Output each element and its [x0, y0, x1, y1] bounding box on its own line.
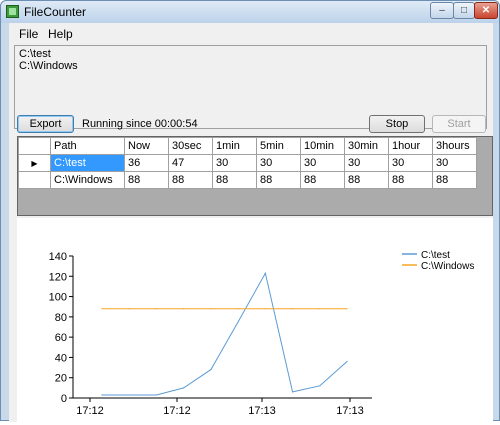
column-header[interactable]: 3hours	[432, 137, 477, 155]
path-line: C:\test	[19, 48, 51, 60]
window-title: FileCounter	[24, 5, 87, 19]
table-cell[interactable]: 88	[168, 171, 213, 189]
x-tick-label: 17:12	[163, 405, 191, 417]
data-point	[346, 308, 348, 310]
row-selector-header[interactable]	[18, 137, 51, 155]
maximize-button[interactable]: □	[453, 2, 475, 19]
data-point	[101, 308, 103, 310]
header-row: Path Now 30sec 1min 5min 10min 30min 1ho…	[18, 137, 477, 155]
data-point	[128, 394, 130, 396]
export-button[interactable]: Export	[17, 115, 74, 133]
column-header[interactable]: 1hour	[388, 137, 433, 155]
status-text: Running since 00:00:54	[82, 118, 198, 130]
column-header[interactable]: Now	[124, 137, 169, 155]
app-icon	[6, 5, 19, 18]
menu-bar: File Help	[9, 23, 493, 43]
x-tick-label: 17:12	[76, 405, 104, 417]
counts-table: Path Now 30sec 1min 5min 10min 30min 1ho…	[18, 137, 477, 189]
table-cell[interactable]: 30	[432, 154, 477, 172]
menu-help[interactable]: Help	[48, 27, 73, 41]
y-tick-label: 0	[61, 393, 67, 405]
data-point	[237, 308, 239, 310]
minimize-button[interactable]: ‒	[430, 2, 454, 19]
stop-button[interactable]: Stop	[369, 115, 425, 133]
legend-label: C:\test	[421, 250, 450, 261]
table-cell[interactable]: 88	[432, 171, 477, 189]
y-tick-label: 100	[49, 292, 67, 304]
data-point	[183, 387, 185, 389]
legend-label: C:\Windows	[421, 261, 474, 272]
column-header[interactable]: 1min	[212, 137, 257, 155]
start-button: Start	[432, 115, 486, 133]
data-point	[237, 321, 239, 323]
table-cell[interactable]: 30	[344, 154, 389, 172]
table-cell[interactable]: 47	[168, 154, 213, 172]
menu-file[interactable]: File	[19, 27, 38, 41]
y-tick-label: 20	[55, 373, 67, 385]
line-chart: 0 20 40 60 80 100 120 140 17:12 17:12 17:13 17:13 C:…	[49, 250, 475, 417]
series-line	[102, 271, 348, 396]
column-header[interactable]: 10min	[300, 137, 345, 155]
data-point	[155, 394, 158, 396]
table-cell[interactable]: 88	[124, 171, 169, 189]
x-tick-label: 17:13	[336, 405, 364, 417]
path-line: C:\Windows	[19, 60, 78, 72]
data-point	[101, 394, 103, 396]
data-point	[183, 308, 185, 310]
data-point	[128, 308, 130, 310]
data-point	[210, 369, 212, 371]
table-cell[interactable]: 36	[124, 154, 169, 172]
y-tick-label: 140	[49, 251, 67, 263]
table-cell[interactable]: 30	[256, 154, 301, 172]
table-cell[interactable]: 88	[388, 171, 433, 189]
current-row-arrow-icon[interactable]: ▶	[18, 154, 51, 172]
data-point	[319, 385, 321, 387]
table-cell[interactable]: C:\test	[50, 154, 125, 172]
data-point	[264, 272, 266, 274]
column-header[interactable]: Path	[50, 137, 125, 155]
table-cell[interactable]: 88	[300, 171, 345, 189]
counts-grid[interactable]: Path Now 30sec 1min 5min 10min 30min 1ho…	[17, 136, 493, 216]
table-row[interactable]: ▶ C:\test 36 47 30 30 30 30 30 30	[18, 154, 477, 172]
table-cell[interactable]: 88	[256, 171, 301, 189]
x-tick-label: 17:13	[248, 405, 276, 417]
app-window: FileCounter ‒ □ ✕ File Help C:\test C:\W…	[0, 0, 500, 422]
data-point	[291, 391, 294, 393]
title-bar[interactable]: FileCounter ‒ □ ✕	[1, 1, 499, 23]
data-point	[346, 360, 348, 363]
data-point	[210, 308, 212, 310]
table-cell[interactable]: 30	[388, 154, 433, 172]
table-cell[interactable]: 30	[212, 154, 257, 172]
data-point	[155, 308, 158, 310]
y-tick-label: 80	[55, 312, 67, 324]
y-tick-label: 120	[49, 271, 67, 283]
close-button[interactable]: ✕	[474, 2, 498, 19]
row-selector[interactable]	[18, 171, 51, 189]
column-header[interactable]: 30min	[344, 137, 389, 155]
data-point	[319, 308, 321, 310]
y-tick-label: 40	[55, 352, 67, 364]
table-cell[interactable]: 30	[300, 154, 345, 172]
y-tick-label: 60	[55, 332, 67, 344]
column-header[interactable]: 5min	[256, 137, 301, 155]
column-header[interactable]: 30sec	[168, 137, 213, 155]
data-point	[291, 308, 294, 310]
data-point	[264, 308, 266, 310]
chart-panel: 0 20 40 60 80 100 120 140 17:12 17:12 17:13 17:13 C:…	[17, 218, 493, 422]
table-row[interactable]: C:\Windows 88 88 88 88 88 88 88 88	[18, 171, 477, 189]
table-cell[interactable]: 88	[344, 171, 389, 189]
client-area: File Help C:\test C:\Windows Export Runn…	[9, 23, 493, 422]
table-cell[interactable]: 88	[212, 171, 257, 189]
table-cell[interactable]: C:\Windows	[50, 171, 125, 189]
